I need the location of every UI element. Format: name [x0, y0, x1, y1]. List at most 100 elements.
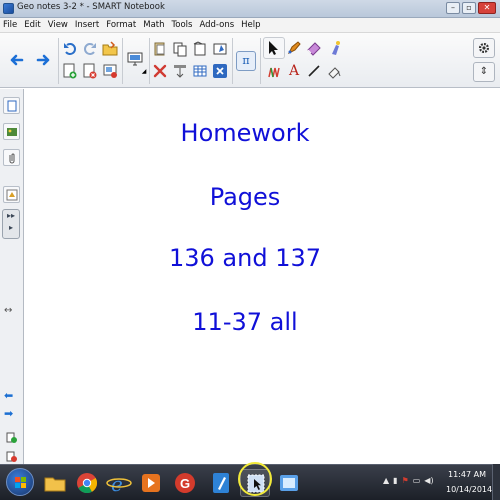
- menu-insert[interactable]: Insert: [75, 20, 99, 30]
- chrome-icon: [77, 473, 98, 494]
- notebook-pen-icon: [213, 473, 229, 493]
- close-button[interactable]: ✕: [478, 2, 496, 14]
- page-numbers-text[interactable]: 136 and 137: [25, 244, 465, 272]
- media-play-icon: [142, 474, 160, 492]
- smart-tools-icon: [280, 475, 298, 491]
- menu-math[interactable]: Math: [143, 20, 164, 30]
- flag-icon[interactable]: ⚑: [402, 476, 409, 485]
- table-icon[interactable]: [192, 63, 208, 79]
- delete-page-icon[interactable]: [82, 63, 98, 79]
- menu-addons[interactable]: Add-ons: [199, 20, 234, 30]
- network-icon[interactable]: ▮: [393, 476, 397, 485]
- exit-fullscreen-icon[interactable]: [212, 63, 228, 79]
- cursor-highlight-ring: [238, 462, 272, 496]
- magic-pen-icon[interactable]: [326, 40, 342, 56]
- previous-page-icon[interactable]: ⬅: [4, 389, 13, 402]
- delete-page-side-icon: [6, 451, 17, 462]
- windows-logo-icon: [15, 477, 26, 488]
- resize-handle-icon[interactable]: ↔: [4, 305, 12, 316]
- clock-date: 10/14/2014: [446, 485, 493, 494]
- delete-page-side-button[interactable]: [3, 448, 20, 465]
- add-page-side-button[interactable]: [3, 429, 20, 446]
- show-desktop-button[interactable]: [492, 464, 500, 500]
- internet-explorer-taskbar-app[interactable]: e: [104, 469, 134, 497]
- smart-notebook-window: Geo notes 3-2 * - SMART Notebook – ▫ ✕ F…: [0, 0, 500, 500]
- menu-file[interactable]: File: [3, 20, 17, 30]
- system-tray: ▲ ▮ ⚑ ▭ ◀): [383, 476, 434, 485]
- google-app-taskbar-app[interactable]: G: [170, 469, 200, 497]
- notebook-page-canvas[interactable]: Homework Pages 136 and 137 11-37 all: [25, 89, 500, 464]
- full-screen-icon[interactable]: [212, 41, 228, 57]
- gallery-tab[interactable]: [3, 123, 20, 140]
- svg-text:e: e: [111, 472, 123, 496]
- problems-range-text[interactable]: 11-37 all: [25, 308, 465, 336]
- clear-page-icon[interactable]: [192, 41, 208, 57]
- minimize-button[interactable]: –: [446, 2, 460, 14]
- media-player-taskbar-app[interactable]: [136, 469, 166, 497]
- properties-button[interactable]: [473, 38, 495, 58]
- screen-capture-icon[interactable]: [102, 63, 118, 79]
- paperclip-icon: [9, 153, 14, 163]
- gear-icon: [478, 42, 490, 54]
- explorer-taskbar-app[interactable]: [40, 469, 70, 497]
- menu-tools[interactable]: Tools: [172, 20, 193, 30]
- add-page-icon[interactable]: [62, 63, 78, 79]
- undo-icon[interactable]: [62, 41, 78, 57]
- text-tool-icon[interactable]: A: [286, 63, 302, 79]
- page-sorter-tab[interactable]: [3, 97, 20, 114]
- next-page-icon[interactable]: ➡: [4, 407, 13, 420]
- add-page-side-icon: [6, 432, 17, 443]
- previous-page-arrow-icon[interactable]: [8, 52, 24, 68]
- copy-icon[interactable]: [172, 41, 188, 57]
- menu-bar: File Edit View Insert Format Math Tools …: [0, 18, 500, 33]
- creative-pen-icon[interactable]: [266, 63, 282, 79]
- pen-tool-icon[interactable]: [286, 40, 302, 56]
- menu-edit[interactable]: Edit: [24, 20, 40, 30]
- line-tool-icon[interactable]: [306, 63, 322, 79]
- smart-tools-taskbar-app[interactable]: [274, 469, 304, 497]
- start-button[interactable]: [6, 468, 34, 496]
- internet-explorer-icon: e: [106, 472, 132, 496]
- main-toolbar: ◢ π A ⇕: [0, 33, 500, 88]
- move-arrows-icon: ⇕: [479, 66, 489, 77]
- fill-tool-icon[interactable]: [326, 63, 342, 79]
- eraser-tool-icon[interactable]: [306, 40, 322, 56]
- screen-shade-icon[interactable]: [172, 63, 188, 79]
- document-camera-icon[interactable]: [127, 51, 143, 67]
- properties-tab[interactable]: [3, 186, 20, 203]
- side-tab-panel: ▸▸ ▸ ↔ ⬅ ➡: [0, 89, 24, 464]
- app-icon: [3, 3, 14, 14]
- display-icon[interactable]: ▭: [413, 476, 421, 485]
- select-arrow-icon[interactable]: [266, 40, 282, 56]
- attachments-tab[interactable]: [3, 149, 20, 166]
- homework-heading[interactable]: Homework: [25, 119, 465, 147]
- window-controls: – ▫ ✕: [446, 2, 496, 14]
- folder-icon: [44, 477, 66, 492]
- title-bar: Geo notes 3-2 * - SMART Notebook – ▫ ✕: [0, 0, 500, 18]
- open-file-icon[interactable]: [102, 41, 118, 57]
- redo-icon[interactable]: [82, 41, 98, 57]
- delete-icon[interactable]: [152, 63, 168, 79]
- pages-label[interactable]: Pages: [25, 183, 465, 211]
- svg-text:G: G: [180, 476, 190, 491]
- next-page-arrow-icon[interactable]: [36, 52, 52, 68]
- tray-expand-icon[interactable]: ▲: [383, 476, 389, 485]
- clock-time: 11:47 AM: [448, 470, 486, 479]
- gallery-icon: [6, 127, 17, 136]
- math-tools-button[interactable]: π: [236, 51, 256, 71]
- volume-icon[interactable]: ◀): [424, 476, 433, 485]
- addons-tab-handle[interactable]: ▸▸ ▸: [2, 209, 20, 239]
- menu-help[interactable]: Help: [241, 20, 260, 30]
- page-sorter-icon: [7, 100, 16, 111]
- dropdown-arrow-icon[interactable]: ◢: [141, 68, 147, 75]
- properties-icon: [6, 189, 17, 200]
- paste-icon[interactable]: [152, 41, 168, 57]
- taskbar-clock[interactable]: 11:47 AM 10/14/2014: [446, 467, 493, 497]
- menu-view[interactable]: View: [48, 20, 68, 30]
- menu-format[interactable]: Format: [106, 20, 136, 30]
- chrome-taskbar-app[interactable]: [72, 469, 102, 497]
- google-icon: G: [175, 473, 195, 493]
- maximize-button[interactable]: ▫: [462, 2, 476, 14]
- smart-notebook-taskbar-app[interactable]: [206, 469, 236, 497]
- move-toolbar-button[interactable]: ⇕: [473, 62, 495, 82]
